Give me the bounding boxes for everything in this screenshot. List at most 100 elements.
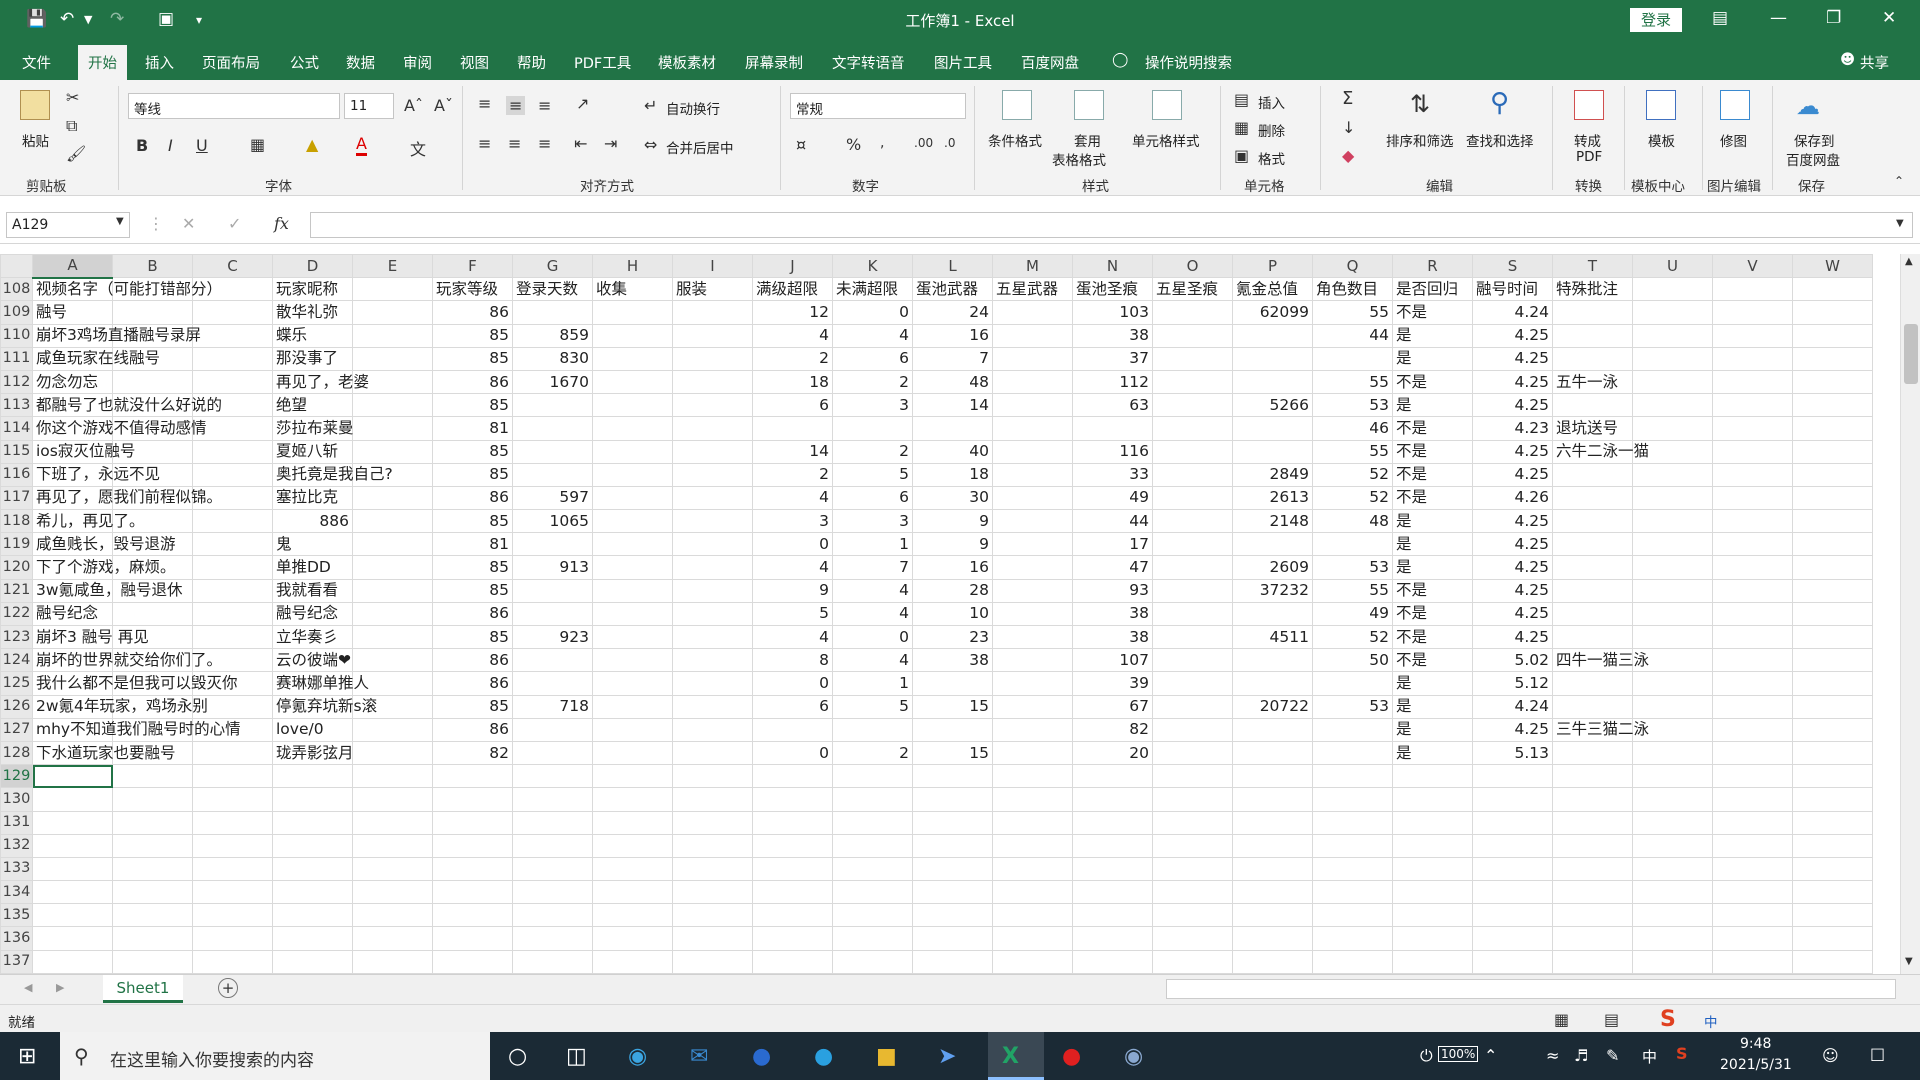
retouch-icon[interactable] bbox=[1720, 90, 1750, 120]
cell[interactable] bbox=[1792, 810, 1873, 835]
power-icon[interactable]: ⏻ bbox=[1420, 1046, 1433, 1066]
next-sheet-icon[interactable]: ▶ bbox=[56, 981, 64, 994]
paste-button[interactable]: 粘贴 bbox=[22, 130, 49, 150]
sort-filter-button[interactable]: 排序和筛选 bbox=[1386, 130, 1454, 150]
row-header[interactable]: 126 bbox=[0, 694, 33, 719]
cell[interactable] bbox=[352, 717, 433, 742]
cell[interactable] bbox=[1712, 856, 1793, 882]
cell[interactable]: 85 bbox=[432, 323, 513, 348]
cell[interactable]: 85 bbox=[432, 346, 513, 371]
cell[interactable]: 收集 bbox=[592, 277, 673, 302]
decrease-decimal-icon[interactable]: .0 bbox=[944, 136, 955, 150]
cell[interactable]: 2849 bbox=[1232, 462, 1313, 487]
cell[interactable] bbox=[672, 787, 753, 812]
cell[interactable] bbox=[1632, 601, 1713, 627]
cell[interactable]: 48 bbox=[1312, 509, 1393, 534]
cell[interactable] bbox=[112, 787, 193, 812]
vertical-scrollbar[interactable]: ▲ ▼ bbox=[1900, 254, 1920, 974]
cell[interactable] bbox=[1152, 648, 1233, 673]
cell[interactable] bbox=[912, 926, 993, 951]
cell[interactable] bbox=[1712, 393, 1793, 418]
cell[interactable] bbox=[512, 717, 593, 742]
cell[interactable]: 20 bbox=[1072, 740, 1153, 766]
cell[interactable]: 20722 bbox=[1232, 694, 1313, 719]
cell[interactable]: 10 bbox=[912, 601, 993, 627]
login-button[interactable]: 登录 bbox=[1630, 8, 1682, 32]
cell[interactable] bbox=[512, 926, 593, 951]
cell[interactable]: 4.25 bbox=[1472, 393, 1553, 418]
cell[interactable] bbox=[512, 764, 593, 789]
clear-icon[interactable]: ◆ bbox=[1342, 146, 1354, 165]
cortana-icon[interactable]: ○ bbox=[508, 1044, 527, 1069]
cell[interactable] bbox=[592, 300, 673, 325]
cell[interactable] bbox=[352, 578, 433, 603]
cell[interactable] bbox=[1232, 601, 1313, 627]
cell[interactable] bbox=[832, 833, 913, 858]
cell[interactable]: 不是 bbox=[1392, 485, 1473, 511]
cell[interactable] bbox=[1152, 509, 1233, 534]
cell[interactable] bbox=[272, 856, 353, 882]
cell[interactable]: 是否回归 bbox=[1392, 277, 1473, 302]
cell[interactable]: 52 bbox=[1312, 485, 1393, 511]
cell[interactable] bbox=[112, 369, 193, 395]
cell[interactable]: 散华礼弥 bbox=[272, 300, 353, 325]
row-header[interactable]: 134 bbox=[0, 880, 33, 905]
cell[interactable]: 赛琳娜单推人 bbox=[272, 671, 369, 696]
cell[interactable]: 18 bbox=[912, 462, 993, 487]
cell[interactable]: 37232 bbox=[1232, 578, 1313, 603]
row-header[interactable]: 127 bbox=[0, 717, 33, 742]
share-button[interactable]: 共享 bbox=[1860, 52, 1889, 73]
cell[interactable] bbox=[1312, 926, 1393, 951]
cell[interactable]: 夏姬八斩 bbox=[272, 439, 353, 464]
cell[interactable]: 0 bbox=[752, 532, 833, 557]
cell[interactable]: 是 bbox=[1392, 532, 1473, 557]
cell[interactable] bbox=[512, 903, 593, 928]
cell[interactable] bbox=[1712, 694, 1793, 719]
cell[interactable] bbox=[512, 810, 593, 835]
cell[interactable] bbox=[1552, 555, 1633, 580]
cell[interactable] bbox=[1632, 926, 1713, 951]
cell[interactable]: 希儿，再见了。 bbox=[32, 509, 145, 534]
cell[interactable]: 12 bbox=[752, 300, 833, 325]
row-header[interactable]: 135 bbox=[0, 903, 33, 928]
cell[interactable] bbox=[112, 903, 193, 928]
cell[interactable]: 4.25 bbox=[1472, 555, 1553, 580]
cell[interactable] bbox=[352, 300, 433, 325]
row-header[interactable]: 125 bbox=[0, 671, 33, 696]
cell[interactable] bbox=[1072, 949, 1153, 974]
cell[interactable] bbox=[1712, 903, 1793, 928]
cell[interactable]: 1 bbox=[832, 671, 913, 696]
cell[interactable] bbox=[1792, 787, 1873, 812]
cell[interactable] bbox=[592, 949, 673, 974]
cell[interactable] bbox=[1312, 532, 1393, 557]
cell[interactable] bbox=[1552, 323, 1633, 348]
cell[interactable] bbox=[1472, 764, 1553, 789]
phonetic-icon[interactable]: 文 bbox=[410, 136, 426, 160]
cell[interactable] bbox=[1792, 509, 1873, 534]
cell[interactable]: 咸鱼玩家在线融号 bbox=[32, 346, 160, 371]
row-header[interactable]: 137 bbox=[0, 949, 33, 974]
cell[interactable] bbox=[1552, 880, 1633, 905]
cell[interactable] bbox=[352, 648, 433, 673]
cell[interactable] bbox=[992, 717, 1073, 742]
cell[interactable] bbox=[832, 880, 913, 905]
cell[interactable]: 2 bbox=[832, 369, 913, 395]
cell[interactable] bbox=[512, 648, 593, 673]
to-pdf-button-line2[interactable]: PDF bbox=[1576, 149, 1602, 165]
orientation-icon[interactable]: ↗ bbox=[576, 94, 589, 113]
cell[interactable] bbox=[432, 764, 513, 789]
bold-icon[interactable]: B bbox=[136, 136, 148, 155]
cell[interactable]: 4.24 bbox=[1472, 694, 1553, 719]
row-header[interactable]: 109 bbox=[0, 300, 33, 325]
format-painter-icon[interactable]: 🖌 bbox=[66, 144, 86, 163]
cell[interactable] bbox=[32, 810, 113, 835]
cell[interactable] bbox=[192, 462, 273, 487]
cell[interactable]: 2 bbox=[752, 462, 833, 487]
cell[interactable]: 三牛三猫二泳 bbox=[1552, 717, 1649, 742]
cell[interactable]: 18 bbox=[752, 369, 833, 395]
cell[interactable] bbox=[1392, 833, 1473, 858]
cell[interactable]: 14 bbox=[752, 439, 833, 464]
cell[interactable]: 52 bbox=[1312, 624, 1393, 650]
cell[interactable] bbox=[352, 509, 433, 534]
game-icon[interactable]: ◉ bbox=[1124, 1044, 1143, 1069]
